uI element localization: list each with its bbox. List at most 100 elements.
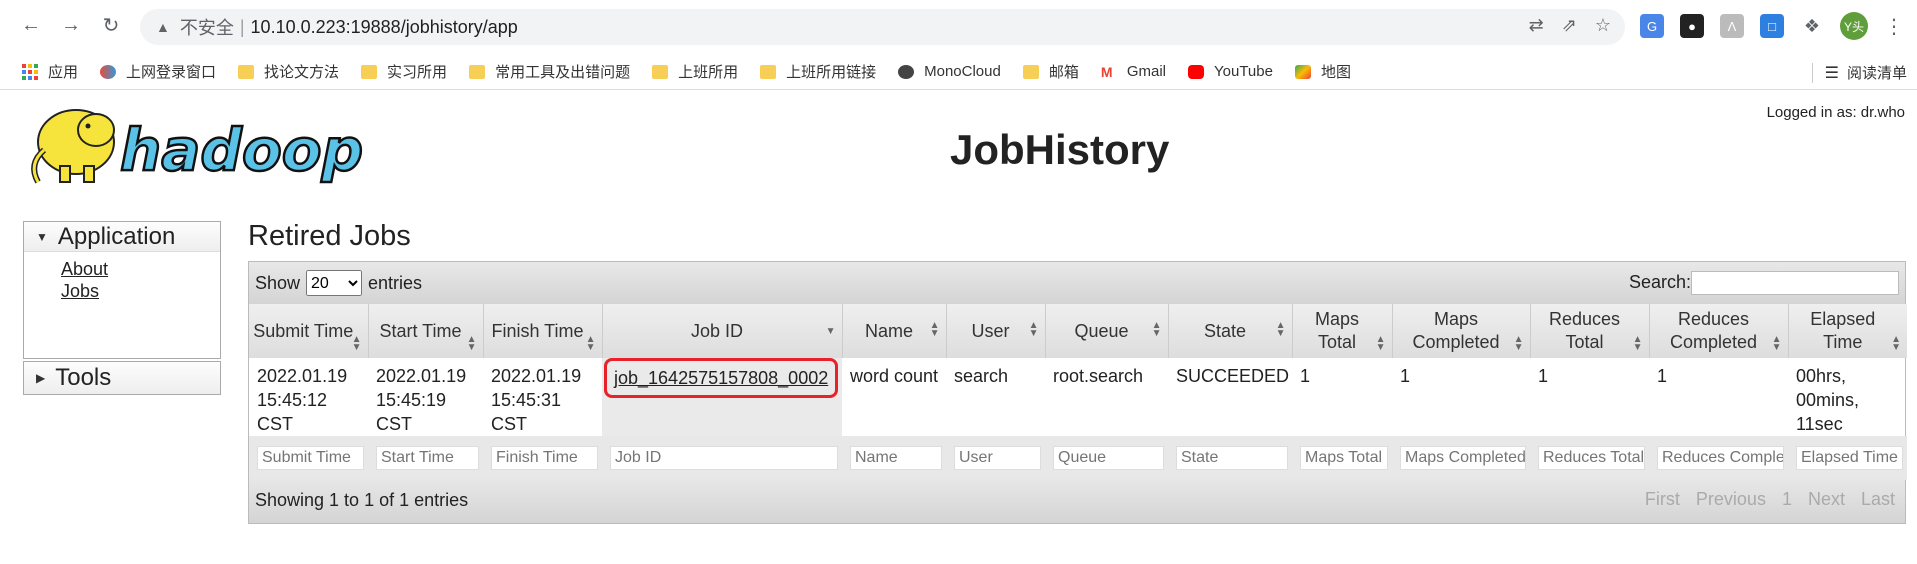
tampermonkey-icon[interactable]: ●	[1680, 14, 1704, 38]
column-header[interactable]: Reduces Total ▲ ▼	[1530, 304, 1650, 358]
tools-header[interactable]: ▶ Tools	[24, 362, 220, 394]
filter-input[interactable]	[954, 446, 1041, 470]
column-header[interactable]: Elapsed Time ▲ ▼	[1788, 304, 1907, 358]
avatar[interactable]: Y头	[1840, 12, 1868, 40]
sidebar-application: ▼ Application About Jobs	[23, 221, 221, 359]
separator: |	[239, 16, 245, 37]
bookmark-item[interactable]: 找论文方法	[238, 61, 339, 82]
bookmark-item[interactable]: 上班所用	[652, 61, 738, 82]
column-label: Name	[864, 320, 913, 341]
sort-icon: ▲ ▼	[1028, 320, 1039, 339]
entries-label: entries	[368, 272, 423, 293]
filter-row	[249, 436, 1907, 480]
bookmarks-bar: 应用 上网登录窗口 找论文方法 实习所用 常用工具及出错问题 上班所用 上班所用…	[0, 54, 1917, 90]
bookmark-item[interactable]: 实习所用	[361, 61, 447, 82]
column-label: Finish Time	[491, 320, 584, 341]
bookmark-label: 邮箱	[1048, 64, 1079, 81]
dictionary-icon[interactable]: □	[1760, 14, 1784, 38]
column-header[interactable]: Maps Total ▲ ▼	[1292, 304, 1393, 358]
column-label: Submit Time	[253, 320, 354, 341]
page-size-select[interactable]: 20	[306, 270, 363, 296]
back-arrow-icon[interactable]: ←	[18, 12, 44, 38]
pager-page-1[interactable]: 1	[1782, 489, 1792, 510]
translate-icon[interactable]: ⇄	[1529, 15, 1544, 36]
sort-icon: ▲ ▼	[585, 334, 596, 353]
application-header[interactable]: ▼ Application	[24, 222, 220, 252]
column-label: Job ID	[690, 320, 744, 341]
browser-toolbar: ← → ↻ ▲ 不安全 | 10.10.0.223:19888/jobhisto…	[0, 0, 1917, 54]
forward-arrow-icon[interactable]: →	[58, 12, 84, 38]
filter-input[interactable]	[491, 446, 598, 470]
folder-icon	[652, 64, 669, 79]
sort-icon: ▲ ▼	[929, 320, 940, 339]
column-header[interactable]: Maps Completed ▲ ▼	[1392, 304, 1531, 358]
bookmark-label: 常用工具及出错问题	[495, 64, 631, 81]
gmail-icon: M	[1100, 63, 1113, 80]
bookmark-item[interactable]: 上网登录窗口	[100, 61, 216, 82]
filter-input[interactable]	[376, 446, 479, 470]
bookmark-item[interactable]: 常用工具及出错问题	[469, 61, 630, 82]
filter-cell	[1292, 436, 1392, 480]
url-text[interactable]: 10.10.0.223:19888/jobhistory/app	[251, 17, 518, 38]
sort-icon: ▲ ▼	[1375, 334, 1386, 353]
pager-first[interactable]: First	[1645, 489, 1680, 510]
filter-input[interactable]	[257, 446, 364, 470]
bookmark-label: 上网登录窗口	[126, 64, 217, 81]
filter-cell	[1168, 436, 1292, 480]
column-header[interactable]: Start Time ▲ ▼	[368, 304, 484, 358]
sidebar-link-about[interactable]: About	[61, 258, 220, 280]
bookmark-item[interactable]: M Gmail	[1101, 63, 1166, 80]
pager-previous[interactable]: Previous	[1696, 489, 1766, 510]
sort-icon: ▲ ▼	[1632, 334, 1643, 353]
share-icon[interactable]: ⇗	[1562, 15, 1577, 36]
filter-input[interactable]	[850, 446, 942, 470]
filter-input[interactable]	[1300, 446, 1388, 470]
filter-input[interactable]	[1657, 446, 1784, 470]
filter-input[interactable]	[610, 446, 838, 470]
address-bar[interactable]: ▲ 不安全 | 10.10.0.223:19888/jobhistory/app…	[140, 9, 1625, 45]
bookmark-label: Gmail	[1126, 63, 1167, 80]
column-header[interactable]: Name ▲ ▼	[842, 304, 947, 358]
bookmark-item[interactable]: MonoCloud	[898, 63, 1001, 80]
search-input[interactable]	[1691, 271, 1899, 295]
filter-input[interactable]	[1538, 446, 1645, 470]
bookmark-item[interactable]: 地图	[1294, 61, 1351, 82]
bookmark-star-icon[interactable]: ☆	[1595, 15, 1611, 36]
filter-input[interactable]	[1796, 446, 1903, 470]
filter-input[interactable]	[1400, 446, 1526, 470]
table-cell: root.search	[1053, 366, 1144, 386]
sort-icon: ▲ ▼	[1891, 334, 1901, 353]
table-cell: word count	[850, 366, 939, 386]
pager-last[interactable]: Last	[1861, 489, 1895, 510]
column-label: Queue	[1074, 320, 1129, 341]
column-header[interactable]: User ▲ ▼	[946, 304, 1046, 358]
search-label: Search:	[1628, 272, 1691, 292]
bookmark-item[interactable]: YouTube	[1188, 63, 1273, 80]
translate-extension-icon[interactable]: G	[1640, 14, 1664, 38]
application-title: Application	[57, 222, 176, 250]
filter-input[interactable]	[1176, 446, 1288, 470]
table-cell: 1	[1538, 366, 1549, 386]
filter-input[interactable]	[1053, 446, 1164, 470]
pager-next[interactable]: Next	[1808, 489, 1845, 510]
reading-list[interactable]: ☰ 阅读清单	[1811, 62, 1907, 83]
column-header[interactable]: Submit Time ▲ ▼	[249, 304, 369, 358]
column-header[interactable]: Queue ▲ ▼	[1045, 304, 1169, 358]
bookmark-apps[interactable]: 应用	[22, 61, 78, 82]
column-header[interactable]: Finish Time ▲ ▼	[483, 304, 603, 358]
puzzle-icon[interactable]: ❖	[1800, 14, 1824, 38]
job-id-link[interactable]: job_1642575157808_0002	[603, 358, 839, 398]
reload-icon[interactable]: ↻	[98, 12, 124, 38]
bookmark-item[interactable]: 邮箱	[1022, 61, 1079, 82]
folder-icon	[1022, 64, 1039, 79]
column-header[interactable]: Job ID ▼	[602, 304, 843, 358]
jobs-table: Submit Time ▲ ▼ Start Time ▲ ▼ Finish Time ▲ ▼…	[249, 304, 1907, 480]
column-header[interactable]: State ▲ ▼	[1168, 304, 1293, 358]
sidebar-link-jobs[interactable]: Jobs	[61, 280, 220, 302]
extension-icon[interactable]: Λ	[1720, 14, 1744, 38]
column-header[interactable]: Reduces Completed ▲ ▼	[1649, 304, 1789, 358]
column-label: Reduces Total	[1548, 309, 1621, 352]
menu-dots-icon[interactable]: ⋮	[1884, 14, 1904, 39]
divider	[1811, 62, 1813, 83]
bookmark-item[interactable]: 上班所用链接	[760, 61, 876, 82]
